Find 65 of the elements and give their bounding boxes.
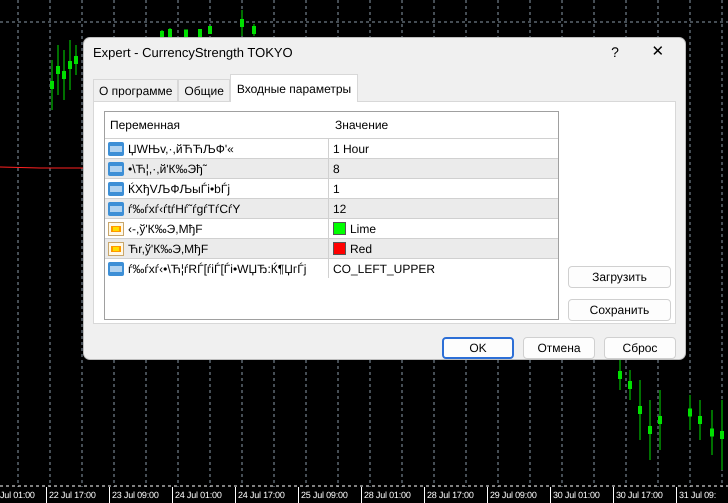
axis-label: 25 Jul 09:00 xyxy=(301,490,348,500)
axis-label: 31 Jul 09: xyxy=(679,490,716,500)
candle xyxy=(252,24,256,36)
parameter-value: CO_LEFT_UPPER xyxy=(333,260,436,278)
candle xyxy=(62,50,66,100)
tab[interactable]: О программе xyxy=(93,79,178,101)
window-title: Expert - CurrencyStrength TOKYO xyxy=(93,44,294,62)
axis-label: 28 Jul 01:00 xyxy=(364,490,411,500)
parameter-value: 1 xyxy=(333,180,340,198)
side-button[interactable]: Сохранить xyxy=(568,299,671,321)
candle xyxy=(658,390,662,450)
candle xyxy=(50,60,54,110)
help-button[interactable]: ? xyxy=(595,38,635,66)
number-type-icon xyxy=(108,182,124,196)
parameter-value: 12 xyxy=(333,200,346,218)
tab[interactable]: Входные параметры xyxy=(230,74,358,102)
candle xyxy=(688,394,692,430)
side-button[interactable]: Загрузить xyxy=(568,266,671,288)
parameter-name: ѓ‰ѓxѓ‹ѓtѓHѓ˜ѓgѓTѓCѓY xyxy=(128,200,240,218)
parameter-name: ЏWЊv,·,йЋЋЉФ'« xyxy=(128,140,234,158)
candle xyxy=(648,400,652,460)
candle xyxy=(710,410,714,456)
axis-label: Jul 01:00 xyxy=(0,490,35,500)
axis-label: 30 Jul 01:00 xyxy=(553,490,600,500)
candle xyxy=(720,400,724,470)
axis-label: 24 Jul 17:00 xyxy=(238,490,285,500)
candle xyxy=(208,26,212,34)
number-type-icon xyxy=(108,142,124,156)
parameter-value: 1 Hour xyxy=(333,140,370,158)
dialog-button[interactable]: OK xyxy=(442,337,514,359)
parameter-value: Lime xyxy=(350,220,376,238)
candle xyxy=(56,44,60,96)
number-type-icon xyxy=(108,202,124,216)
candle xyxy=(168,28,172,38)
dialog-button[interactable]: Сброс xyxy=(604,337,676,359)
column-header: Значение xyxy=(334,117,388,134)
axis-label: 30 Jul 17:00 xyxy=(616,490,663,500)
parameter-name: ЌXђVЉФЉыЃі•bЃј xyxy=(128,180,230,198)
candle xyxy=(198,29,202,37)
candle xyxy=(74,44,78,76)
candle xyxy=(240,10,244,36)
color-type-icon xyxy=(108,222,124,236)
candle xyxy=(698,400,702,440)
axis-label: 24 Jul 01:00 xyxy=(175,490,222,500)
color-type-icon xyxy=(108,242,124,256)
axis-label: 28 Jul 17:00 xyxy=(427,490,474,500)
number-type-icon xyxy=(108,162,124,176)
tab[interactable]: Общие xyxy=(178,79,230,101)
dialog-button[interactable]: Отмена xyxy=(523,337,595,359)
candle xyxy=(618,360,622,390)
close-button[interactable]: ✕ xyxy=(635,38,681,66)
axis-label: 22 Jul 17:00 xyxy=(49,490,96,500)
parameter-name: ѓ‰ѓxѓ‹•\Ћ¦ѓRЃ[ѓiЃ[Ѓі•WЏЂ:Ќ¶ЏгЃј xyxy=(128,260,306,278)
parameter-value: Red xyxy=(350,240,372,258)
column-header: Переменная xyxy=(109,117,181,134)
parameter-value: 8 xyxy=(333,160,340,178)
axis-label: 29 Jul 09:00 xyxy=(490,490,537,500)
candle xyxy=(68,40,72,90)
parameter-name: ‹-,ў'К‰Э,MђF xyxy=(128,220,203,238)
candle xyxy=(638,380,642,440)
axis-label: 23 Jul 09:00 xyxy=(112,490,159,500)
candle xyxy=(628,370,632,400)
parameter-name: Ћr,ў'К‰Э,MђF xyxy=(128,240,208,258)
parameter-name: •\Ћ¦,·,й'К‰Эђ˜ xyxy=(128,160,207,178)
number-type-icon xyxy=(108,262,124,276)
